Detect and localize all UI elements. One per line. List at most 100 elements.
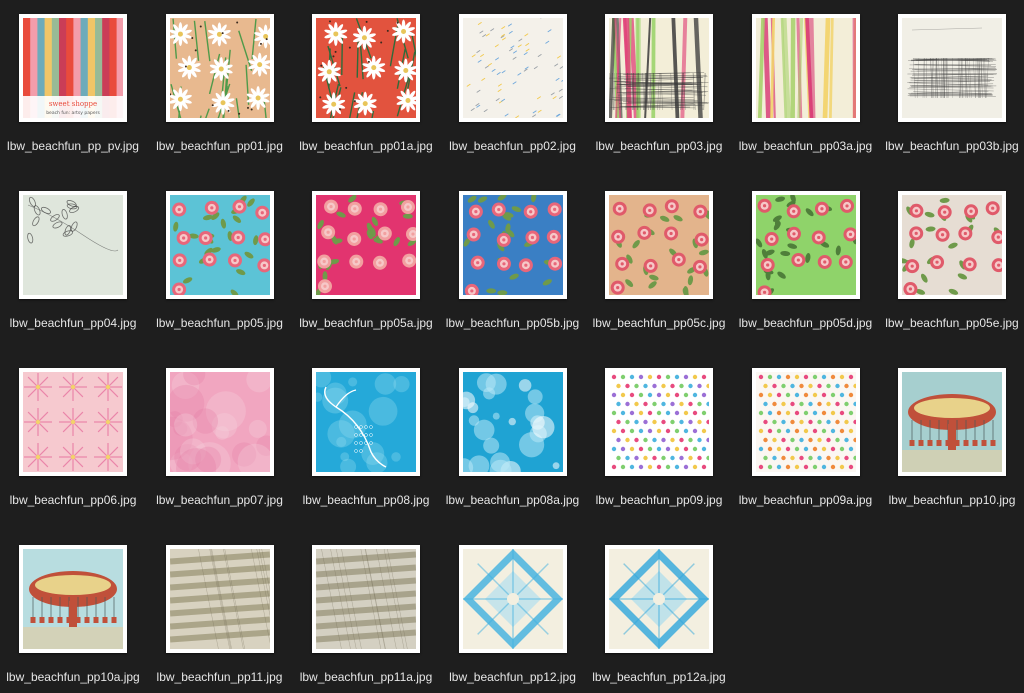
file-item[interactable]: lbw_beachfun_pp11a.jpg — [293, 545, 439, 693]
file-thumbnail[interactable] — [751, 14, 860, 122]
thumbnail-image — [169, 372, 270, 472]
file-thumbnail[interactable] — [751, 368, 860, 476]
file-item[interactable]: lbw_beachfun_pp09a.jpg — [733, 368, 879, 528]
file-name-label[interactable]: lbw_beachfun_pp01.jpg — [141, 139, 299, 153]
thumbnail-image — [169, 549, 270, 649]
file-thumbnail[interactable]: sweet shoppe beach fun: artsy papers — [19, 14, 127, 122]
file-item[interactable]: lbw_beachfun_pp06.jpg — [0, 368, 146, 528]
file-name-label[interactable]: lbw_beachfun_pp08a.jpg — [434, 493, 592, 507]
file-thumbnail[interactable] — [605, 191, 713, 299]
file-item[interactable]: lbw_beachfun_pp05.jpg — [147, 191, 293, 351]
file-name-label[interactable]: lbw_beachfun_pp11a.jpg — [287, 670, 445, 684]
thumbnail-image — [609, 549, 709, 649]
file-thumbnail[interactable] — [165, 191, 274, 299]
file-name-label[interactable]: lbw_beachfun_pp05c.jpg — [580, 316, 738, 330]
file-name-label[interactable]: lbw_beachfun_pp03b.jpg — [873, 139, 1024, 153]
file-name-label[interactable]: lbw_beachfun_pp_pv.jpg — [0, 139, 152, 153]
file-item[interactable]: lbw_beachfun_pp07.jpg — [147, 368, 293, 528]
file-item[interactable]: lbw_beachfun_pp08a.jpg — [440, 368, 586, 528]
thumb-background — [609, 372, 709, 472]
file-name-label[interactable]: lbw_beachfun_pp09a.jpg — [727, 493, 885, 507]
file-thumbnail[interactable] — [312, 191, 420, 299]
file-name-label[interactable]: lbw_beachfun_pp11.jpg — [141, 670, 299, 684]
thumb-background — [462, 18, 563, 118]
thumbnail-image — [23, 195, 123, 295]
file-item[interactable]: lbw_beachfun_pp03b.jpg — [879, 14, 1024, 174]
thumb-background — [23, 195, 123, 295]
file-name-label[interactable]: lbw_beachfun_pp03.jpg — [580, 139, 738, 153]
thumb-background — [755, 372, 856, 472]
file-thumbnail[interactable] — [165, 368, 274, 476]
file-name-label[interactable]: lbw_beachfun_pp05a.jpg — [287, 316, 445, 330]
file-name-label[interactable]: lbw_beachfun_pp03a.jpg — [727, 139, 885, 153]
file-grid: sweet shoppe beach fun: artsy papers lbw_b… — [0, 0, 1024, 693]
file-item[interactable]: lbw_beachfun_pp05c.jpg — [586, 191, 732, 351]
thumbnail-image — [609, 18, 709, 118]
file-item[interactable]: lbw_beachfun_pp08.jpg — [293, 368, 439, 528]
file-name-label[interactable]: lbw_beachfun_pp02.jpg — [434, 139, 592, 153]
file-item[interactable]: lbw_beachfun_pp03a.jpg — [733, 14, 879, 174]
thumbnail-image: sweet shoppe beach fun: artsy papers — [23, 18, 123, 118]
thumbnail-image — [316, 195, 416, 295]
preview-subcaption: beach fun: artsy papers — [46, 110, 100, 116]
file-item[interactable]: lbw_beachfun_pp05d.jpg — [733, 191, 879, 351]
file-thumbnail[interactable] — [898, 191, 1006, 299]
file-thumbnail[interactable] — [19, 191, 127, 299]
file-item[interactable]: lbw_beachfun_pp10.jpg — [879, 368, 1024, 528]
file-thumbnail[interactable] — [898, 14, 1006, 122]
thumbnail-image — [755, 18, 856, 118]
file-thumbnail[interactable] — [751, 191, 860, 299]
file-item[interactable]: lbw_beachfun_pp12a.jpg — [586, 545, 732, 693]
thumbnail-image — [23, 372, 123, 472]
file-item[interactable]: lbw_beachfun_pp09.jpg — [586, 368, 732, 528]
file-name-label[interactable]: lbw_beachfun_pp10.jpg — [873, 493, 1024, 507]
file-name-label[interactable]: lbw_beachfun_pp07.jpg — [141, 493, 299, 507]
file-thumbnail[interactable] — [312, 368, 420, 476]
thumbnail-image — [755, 372, 856, 472]
file-thumbnail[interactable] — [19, 368, 127, 476]
file-name-label[interactable]: lbw_beachfun_pp05.jpg — [141, 316, 299, 330]
file-item[interactable]: lbw_beachfun_pp05a.jpg — [293, 191, 439, 351]
file-name-label[interactable]: lbw_beachfun_pp05d.jpg — [727, 316, 885, 330]
file-item[interactable]: lbw_beachfun_pp12.jpg — [440, 545, 586, 693]
file-thumbnail[interactable] — [605, 545, 713, 653]
file-name-label[interactable]: lbw_beachfun_pp05b.jpg — [434, 316, 592, 330]
file-thumbnail[interactable] — [165, 545, 274, 653]
thumbnail-image — [462, 195, 563, 295]
file-item[interactable]: lbw_beachfun_pp10a.jpg — [0, 545, 146, 693]
file-item[interactable]: lbw_beachfun_pp01.jpg — [147, 14, 293, 174]
file-name-label[interactable]: lbw_beachfun_pp05e.jpg — [873, 316, 1024, 330]
file-item[interactable]: lbw_beachfun_pp04.jpg — [0, 191, 146, 351]
file-name-label[interactable]: lbw_beachfun_pp08.jpg — [287, 493, 445, 507]
file-thumbnail[interactable] — [605, 14, 713, 122]
file-thumbnail[interactable] — [898, 368, 1006, 476]
file-thumbnail[interactable] — [312, 14, 420, 122]
thumbnail-image — [902, 18, 1002, 118]
file-item[interactable]: lbw_beachfun_pp01a.jpg — [293, 14, 439, 174]
file-name-label[interactable]: lbw_beachfun_pp04.jpg — [0, 316, 152, 330]
file-name-label[interactable]: lbw_beachfun_pp12a.jpg — [580, 670, 738, 684]
thumbnail-image — [169, 195, 270, 295]
file-thumbnail[interactable] — [458, 545, 567, 653]
thumbnail-image — [755, 195, 856, 295]
file-name-label[interactable]: lbw_beachfun_pp09.jpg — [580, 493, 738, 507]
file-thumbnail[interactable] — [458, 368, 567, 476]
file-item[interactable]: lbw_beachfun_pp05b.jpg — [440, 191, 586, 351]
file-item[interactable]: lbw_beachfun_pp05e.jpg — [879, 191, 1024, 351]
file-item[interactable]: lbw_beachfun_pp03.jpg — [586, 14, 732, 174]
file-thumbnail[interactable] — [19, 545, 127, 653]
file-name-label[interactable]: lbw_beachfun_pp10a.jpg — [0, 670, 152, 684]
file-item[interactable]: sweet shoppe beach fun: artsy papers lbw_b… — [0, 14, 146, 174]
thumbnail-image — [462, 372, 563, 472]
file-thumbnail[interactable] — [458, 14, 567, 122]
file-item[interactable]: lbw_beachfun_pp02.jpg — [440, 14, 586, 174]
file-item[interactable]: lbw_beachfun_pp11.jpg — [147, 545, 293, 693]
file-name-label[interactable]: lbw_beachfun_pp06.jpg — [0, 493, 152, 507]
file-name-label[interactable]: lbw_beachfun_pp12.jpg — [434, 670, 592, 684]
thumbnail-image — [902, 372, 1002, 472]
file-thumbnail[interactable] — [605, 368, 713, 476]
file-name-label[interactable]: lbw_beachfun_pp01a.jpg — [287, 139, 445, 153]
file-thumbnail[interactable] — [312, 545, 420, 653]
file-thumbnail[interactable] — [458, 191, 567, 299]
file-thumbnail[interactable] — [165, 14, 274, 122]
